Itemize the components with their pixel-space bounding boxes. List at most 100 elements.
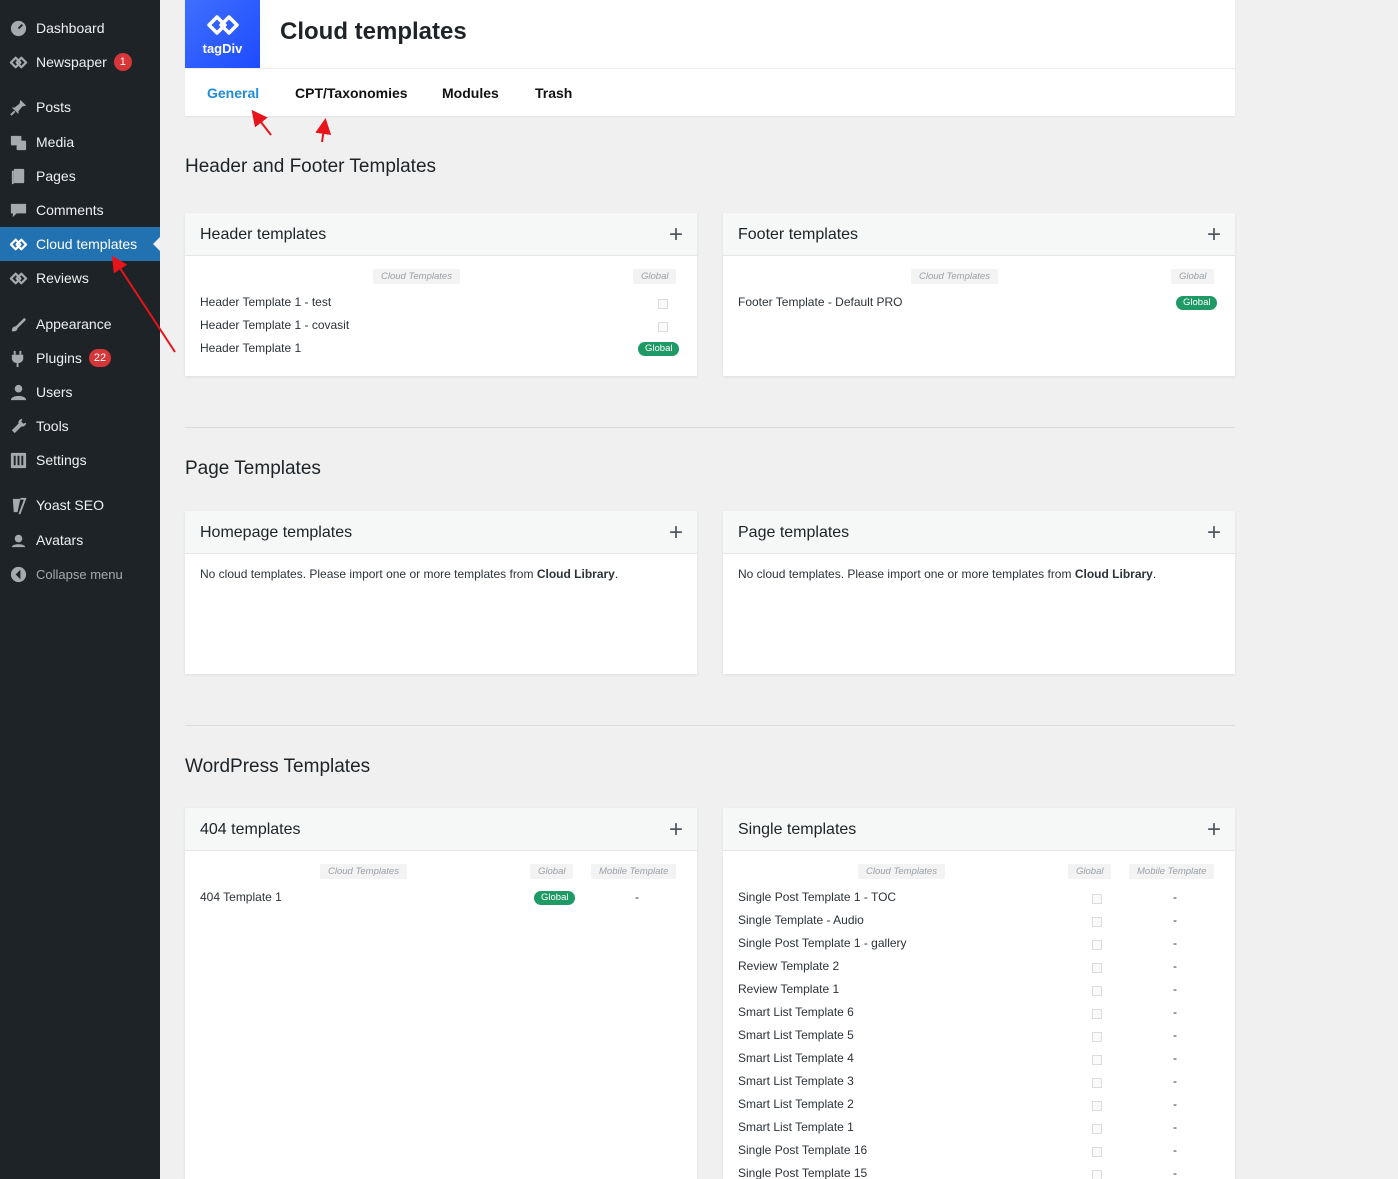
global-checkbox[interactable] xyxy=(1092,917,1102,927)
tab-general[interactable]: General xyxy=(207,85,259,101)
sidebar-item-yoast-seo[interactable]: Yoast SEO xyxy=(0,488,160,522)
mobile-template-value: - xyxy=(1173,1005,1177,1019)
sidebar-item-label: Yoast SEO xyxy=(36,497,104,513)
template-row-name[interactable]: Header Template 1 - test xyxy=(200,295,331,309)
sidebar-item-users[interactable]: Users xyxy=(0,375,160,409)
global-checkbox[interactable] xyxy=(1092,986,1102,996)
column-header: Global xyxy=(1171,269,1215,284)
sidebar-item-media[interactable]: Media xyxy=(0,125,160,159)
column-header: Global xyxy=(633,269,677,284)
mobile-template-value: - xyxy=(1173,913,1177,927)
tagdiv-logo[interactable]: tagDiv xyxy=(185,0,260,68)
sidebar-item-label: Users xyxy=(36,384,73,400)
card-title: Homepage templates xyxy=(200,524,353,541)
mobile-template-value: - xyxy=(1173,982,1177,996)
add-template-button[interactable]: + xyxy=(669,519,683,547)
sidebar-item-label: Pages xyxy=(36,168,76,184)
global-checkbox[interactable] xyxy=(658,299,668,309)
sidebar-item-avatars[interactable]: Avatars xyxy=(0,523,160,557)
global-checkbox[interactable] xyxy=(1092,1078,1102,1088)
template-row-name[interactable]: Single Post Template 1 - gallery xyxy=(738,936,907,950)
card-header: Single templates + xyxy=(723,808,1235,851)
empty-state-text: No cloud templates. Please import one or… xyxy=(738,567,1156,581)
avatar-icon xyxy=(0,531,36,550)
global-checkbox[interactable] xyxy=(1092,894,1102,904)
sidebar-item-dashboard[interactable]: Dashboard xyxy=(0,11,160,45)
template-row-name[interactable]: Single Template - Audio xyxy=(738,913,864,927)
sidebar-item-reviews[interactable]: Reviews xyxy=(0,261,160,295)
global-checkbox[interactable] xyxy=(1092,1147,1102,1157)
template-row-name[interactable]: Single Post Template 15 xyxy=(738,1166,867,1179)
tab-bar: General CPT/Taxonomies Modules Trash xyxy=(185,68,1235,116)
sidebar-item-posts[interactable]: Posts xyxy=(0,90,160,124)
page-title: Cloud templates xyxy=(280,18,467,45)
sidebar-item-label: Cloud templates xyxy=(36,236,138,252)
global-checkbox[interactable] xyxy=(1092,940,1102,950)
global-badge: Global xyxy=(534,891,576,905)
template-row-name[interactable]: Header Template 1 - covasit xyxy=(200,318,349,332)
template-row-name[interactable]: Smart List Template 1 xyxy=(738,1120,854,1134)
sidebar-item-label: Avatars xyxy=(36,532,84,548)
card-footer-templates: Footer templates + Cloud Templates Global Fo… xyxy=(723,213,1235,376)
template-row-name[interactable]: Smart List Template 2 xyxy=(738,1097,854,1111)
arrow-to-cpt-tab xyxy=(315,118,332,143)
tab-modules[interactable]: Modules xyxy=(442,85,499,101)
sidebar-item-pages[interactable]: Pages xyxy=(0,159,160,193)
add-template-button[interactable]: + xyxy=(669,221,683,249)
sidebar-item-label: Collapse menu xyxy=(36,566,123,582)
sidebar-item-tools[interactable]: Tools xyxy=(0,409,160,443)
global-checkbox[interactable] xyxy=(1092,1009,1102,1019)
template-row-name[interactable]: 404 Template 1 xyxy=(200,890,282,904)
cloud-library-link[interactable]: Cloud Library xyxy=(537,567,615,581)
add-template-button[interactable]: + xyxy=(1207,816,1221,844)
add-template-button[interactable]: + xyxy=(1207,221,1221,249)
sidebar-item-cloud-templates[interactable]: Cloud templates xyxy=(0,227,160,261)
template-row-name[interactable]: Single Post Template 1 - TOC xyxy=(738,890,896,904)
template-row-name[interactable]: Review Template 1 xyxy=(738,982,839,996)
card-header: Page templates + xyxy=(723,511,1235,554)
sidebar-item-label: Reviews xyxy=(36,270,89,286)
media-icon xyxy=(0,133,36,152)
sidebar-item-label: Plugins xyxy=(36,350,82,366)
column-header: Cloud Templates xyxy=(373,269,460,284)
mobile-template-value: - xyxy=(1173,1051,1177,1065)
global-checkbox[interactable] xyxy=(1092,1101,1102,1111)
global-checkbox[interactable] xyxy=(658,322,668,332)
sidebar-item-newspaper[interactable]: Newspaper 1 xyxy=(0,45,160,79)
template-row-name[interactable]: Footer Template - Default PRO xyxy=(738,295,903,309)
tagdiv-icon xyxy=(0,235,36,254)
template-row-name[interactable]: Header Template 1 xyxy=(200,341,301,355)
template-row-name[interactable]: Smart List Template 6 xyxy=(738,1005,854,1019)
template-row-name[interactable]: Single Post Template 16 xyxy=(738,1143,867,1157)
global-checkbox[interactable] xyxy=(1092,1170,1102,1179)
user-icon xyxy=(0,383,36,402)
add-template-button[interactable]: + xyxy=(669,816,683,844)
template-row-name[interactable]: Smart List Template 3 xyxy=(738,1074,854,1088)
template-row-name[interactable]: Review Template 2 xyxy=(738,959,839,973)
sidebar-item-appearance[interactable]: Appearance xyxy=(0,307,160,341)
add-template-button[interactable]: + xyxy=(1207,519,1221,547)
mobile-template-value: - xyxy=(635,890,639,904)
collapse-icon xyxy=(0,565,36,584)
cloud-library-link[interactable]: Cloud Library xyxy=(1075,567,1153,581)
tab-cpt-taxonomies[interactable]: CPT/Taxonomies xyxy=(295,85,408,101)
template-row-name[interactable]: Smart List Template 4 xyxy=(738,1051,854,1065)
global-checkbox[interactable] xyxy=(1092,1032,1102,1042)
global-checkbox[interactable] xyxy=(1092,1124,1102,1134)
card-page-templates: Page templates + No cloud templates. Pleas… xyxy=(723,511,1235,674)
sidebar-item-label: Newspaper xyxy=(36,54,107,70)
global-checkbox[interactable] xyxy=(1092,963,1102,973)
template-row-name[interactable]: Smart List Template 5 xyxy=(738,1028,854,1042)
section-divider xyxy=(185,725,1235,726)
sidebar-item-settings[interactable]: Settings xyxy=(0,443,160,477)
page-icon xyxy=(0,167,36,186)
collapse-menu-button[interactable]: Collapse menu xyxy=(0,557,160,591)
logo-text: tagDiv xyxy=(202,40,243,56)
sidebar-item-label: Settings xyxy=(36,452,87,468)
sidebar-item-plugins[interactable]: Plugins 22 xyxy=(0,341,160,375)
sidebar-item-comments[interactable]: Comments xyxy=(0,193,160,227)
global-checkbox[interactable] xyxy=(1092,1055,1102,1065)
sidebar-item-label: Tools xyxy=(36,418,69,434)
tab-trash[interactable]: Trash xyxy=(535,85,572,101)
dashboard-icon xyxy=(0,19,36,38)
